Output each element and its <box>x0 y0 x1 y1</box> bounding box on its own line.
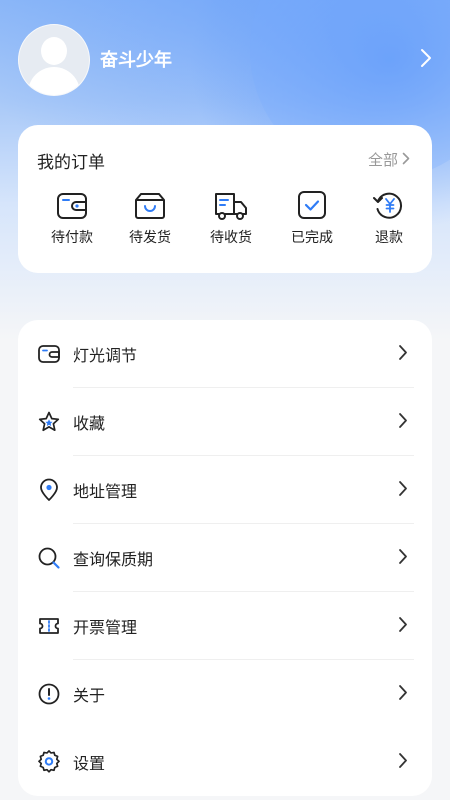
order-completed-label: 已完成 <box>291 230 333 246</box>
view-all-label[interactable]: 全部 <box>368 149 398 170</box>
ticket-icon <box>37 614 61 638</box>
username[interactable]: 奋斗少年 <box>100 46 172 72</box>
chevron-right-icon <box>398 684 408 705</box>
chevron-right-icon <box>398 344 408 365</box>
order-pending-shipment-label: 待发货 <box>129 230 171 246</box>
profile-header[interactable]: 奋斗少年 <box>18 24 432 96</box>
wallet-icon <box>37 191 107 221</box>
menu-item-shelf-life[interactable]: 查询保质期 <box>18 524 432 592</box>
location-icon <box>37 478 61 502</box>
menu-item-invoice[interactable]: 开票管理 <box>18 592 432 660</box>
refund-icon <box>354 191 424 221</box>
chevron-right-icon <box>398 616 408 637</box>
my-orders-card: 我的订单 全部 待付款 待发货 待收货 已完成 退款 <box>18 125 432 273</box>
menu-item-favorites[interactable]: 收藏 <box>18 388 432 456</box>
menu-item-label: 地址管理 <box>73 482 138 501</box>
chevron-right-icon <box>398 412 408 433</box>
star-icon <box>37 410 61 434</box>
menu-item-label: 收藏 <box>73 414 106 433</box>
wallet-icon <box>37 342 61 366</box>
order-pending-receipt[interactable]: 待收货 <box>196 191 266 251</box>
avatar[interactable] <box>18 24 90 96</box>
chevron-right-icon <box>398 752 408 773</box>
order-refund[interactable]: 退款 <box>354 191 424 251</box>
package-icon <box>115 191 185 221</box>
menu-item-about[interactable]: 关于 <box>18 660 432 728</box>
info-icon <box>37 682 61 706</box>
search-icon <box>37 546 61 570</box>
chevron-right-icon[interactable] <box>420 48 432 72</box>
menu-item-address[interactable]: 地址管理 <box>18 456 432 524</box>
order-refund-label: 退款 <box>375 230 403 246</box>
menu-item-label: 灯光调节 <box>73 346 138 365</box>
chevron-right-icon <box>398 480 408 501</box>
order-pending-receipt-label: 待收货 <box>210 230 252 246</box>
chevron-right-icon <box>398 548 408 569</box>
order-pending-payment[interactable]: 待付款 <box>37 191 107 251</box>
menu-item-label: 设置 <box>73 754 106 773</box>
settings-menu-card: 灯光调节 收藏 地址管理 查询保质期 开票管理 关于 设置 <box>18 320 432 796</box>
menu-item-label: 开票管理 <box>73 618 138 637</box>
menu-item-settings[interactable]: 设置 <box>18 728 432 796</box>
menu-item-lighting[interactable]: 灯光调节 <box>18 320 432 388</box>
chevron-right-icon <box>402 151 410 169</box>
menu-item-label: 查询保质期 <box>73 550 154 569</box>
truck-icon <box>196 191 266 221</box>
order-pending-payment-label: 待付款 <box>51 230 93 246</box>
menu-item-label: 关于 <box>73 686 106 705</box>
order-pending-shipment[interactable]: 待发货 <box>115 191 185 251</box>
view-all-orders-link[interactable]: 全部 <box>368 149 410 170</box>
gear-icon <box>37 750 61 774</box>
check-icon <box>277 191 347 221</box>
order-completed[interactable]: 已完成 <box>277 191 347 251</box>
orders-title: 我的订单 <box>37 153 105 173</box>
